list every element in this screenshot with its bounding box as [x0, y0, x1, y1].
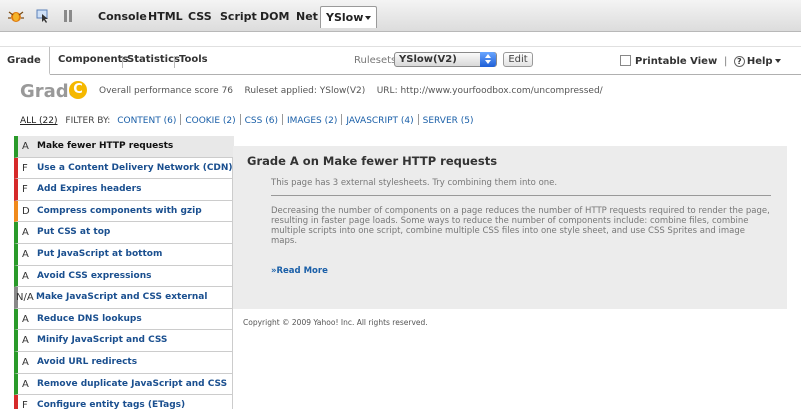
- tab-net[interactable]: Net: [296, 8, 318, 26]
- tab-yslow-label: YSlow: [326, 11, 364, 24]
- rule-title: Minify JavaScript and CSS: [37, 335, 168, 346]
- rule-grade: F: [22, 400, 28, 409]
- filter-cookie[interactable]: COOKIE (2): [185, 116, 235, 126]
- read-more-link[interactable]: »Read More: [271, 266, 328, 276]
- printable-view-link[interactable]: Printable View: [635, 56, 717, 67]
- rule-grade: A: [22, 313, 29, 325]
- toolbar-actions: Printable View | ? Help: [620, 55, 781, 67]
- rule-title: Use a Content Delivery Network (CDN): [37, 162, 233, 173]
- chevron-down-icon: [365, 16, 372, 20]
- rule-grade: A: [22, 378, 29, 390]
- rule-grade: F: [22, 162, 28, 174]
- printer-icon: [620, 55, 631, 66]
- tab-css[interactable]: CSS: [188, 8, 212, 26]
- filter-content[interactable]: CONTENT (6): [117, 116, 176, 126]
- yslow-toolbar: Grade Components Statistics Tools Rulese…: [0, 47, 801, 75]
- rule-title: Avoid URL redirects: [37, 356, 138, 367]
- filter-javascript[interactable]: JAVASCRIPT (4): [346, 116, 413, 126]
- divider: [341, 114, 343, 125]
- rule-item[interactable]: A Make fewer HTTP requests: [14, 136, 234, 158]
- pause-icon[interactable]: [64, 10, 72, 22]
- filter-css[interactable]: CSS (6): [245, 116, 278, 126]
- rule-title: Configure entity tags (ETags): [37, 400, 186, 409]
- rule-title: Add Expires headers: [37, 184, 142, 195]
- tab-html[interactable]: HTML: [148, 8, 183, 26]
- detail-title: Grade A on Make fewer HTTP requests: [247, 154, 498, 168]
- rule-detail-panel: Grade A on Make fewer HTTP requests This…: [233, 146, 787, 309]
- rule-item[interactable]: F Use a Content Delivery Network (CDN): [14, 157, 233, 180]
- help-link[interactable]: Help: [747, 56, 773, 67]
- rule-title: Put CSS at top: [37, 227, 111, 238]
- grade-badge: C: [69, 81, 87, 99]
- tab-grade[interactable]: Grade: [0, 47, 50, 75]
- filter-images[interactable]: IMAGES (2): [287, 116, 337, 126]
- divider: |: [723, 56, 728, 67]
- rule-grade: N/A: [16, 292, 34, 304]
- filter-all[interactable]: ALL (22): [20, 116, 58, 126]
- tab-statistics[interactable]: Statistics: [127, 54, 180, 65]
- rule-grade: A: [22, 356, 29, 368]
- filter-bar: ALL (22) FILTER BY: CONTENT (6) COOKIE (2…: [20, 114, 474, 126]
- tab-dom[interactable]: DOM: [260, 8, 289, 26]
- rulesets-select[interactable]: YSlow(V2): [394, 52, 497, 67]
- divider: [174, 56, 175, 68]
- tab-console[interactable]: Console: [98, 8, 147, 26]
- rule-grade: D: [22, 205, 30, 217]
- firebug-subbar: [0, 32, 801, 47]
- divider: [180, 114, 182, 125]
- filter-label: FILTER BY:: [65, 116, 111, 126]
- rulesets-label: Rulesets: [354, 55, 397, 66]
- rule-grade: F: [22, 184, 28, 196]
- rule-grade: A: [22, 141, 29, 152]
- help-icon: ?: [733, 56, 745, 67]
- page-url: URL: http://www.yourfoodbox.com/uncompre…: [376, 86, 603, 96]
- tab-tools[interactable]: Tools: [179, 54, 208, 65]
- firebug-icon[interactable]: [7, 9, 25, 23]
- rule-title: Make fewer HTTP requests: [37, 141, 174, 151]
- rules-list: A Make fewer HTTP requests F Use a Content…: [14, 136, 234, 409]
- chevron-down-icon: [774, 59, 781, 63]
- tab-yslow[interactable]: YSlow: [320, 6, 378, 28]
- select-arrows-icon: [480, 52, 496, 67]
- filter-server[interactable]: SERVER (5): [423, 116, 474, 126]
- rule-item[interactable]: F Add Expires headers: [14, 179, 233, 201]
- rule-title: Compress components with gzip: [37, 205, 202, 216]
- inspect-icon[interactable]: [36, 9, 50, 23]
- detail-message: This page has 3 external stylesheets. Tr…: [271, 178, 558, 188]
- rule-item[interactable]: A Put JavaScript at bottom: [14, 243, 233, 266]
- divider: [417, 114, 419, 125]
- rule-title: Remove duplicate JavaScript and CSS: [37, 378, 228, 389]
- tab-components[interactable]: Components: [58, 54, 128, 65]
- overall-score: Overall performance score 76: [99, 86, 234, 96]
- rule-grade: A: [22, 335, 29, 347]
- divider: [239, 114, 241, 125]
- rule-item[interactable]: A Remove duplicate JavaScript and CSS: [14, 373, 233, 396]
- divider: [271, 195, 771, 196]
- rule-title: Reduce DNS lookups: [37, 313, 142, 324]
- rule-title: Make JavaScript and CSS external: [36, 292, 208, 303]
- rule-grade: A: [22, 227, 29, 239]
- firebug-toolbar: Console HTML CSS Script DOM Net YSlow: [0, 0, 801, 32]
- edit-button[interactable]: Edit: [503, 52, 533, 67]
- detail-description: Decreasing the number of components on a…: [271, 206, 770, 246]
- rule-grade: A: [22, 270, 29, 282]
- rule-title: Put JavaScript at bottom: [37, 248, 163, 259]
- rule-item[interactable]: A Avoid CSS expressions: [14, 265, 233, 288]
- rule-item[interactable]: N/A Make JavaScript and CSS external: [14, 287, 233, 309]
- rule-item[interactable]: A Put CSS at top: [14, 222, 233, 244]
- tab-script[interactable]: Script: [220, 8, 257, 26]
- divider: [122, 56, 123, 68]
- rule-grade: A: [22, 248, 29, 260]
- grade-summary: Overall performance score 76 Ruleset app…: [99, 86, 603, 96]
- divider: [281, 114, 283, 125]
- copyright: Copyright © 2009 Yahoo! Inc. All rights …: [243, 318, 428, 327]
- rule-item[interactable]: D Compress components with gzip: [14, 200, 233, 223]
- rulesets-value: YSlow(V2): [399, 54, 457, 65]
- rule-item[interactable]: A Reduce DNS lookups: [14, 308, 233, 331]
- rule-title: Avoid CSS expressions: [37, 270, 152, 281]
- ruleset-applied: Ruleset applied: YSlow(V2): [244, 86, 366, 96]
- rule-item[interactable]: A Minify JavaScript and CSS: [14, 330, 233, 352]
- rule-item[interactable]: A Avoid URL redirects: [14, 351, 233, 374]
- rule-item[interactable]: F Configure entity tags (ETags): [14, 395, 233, 409]
